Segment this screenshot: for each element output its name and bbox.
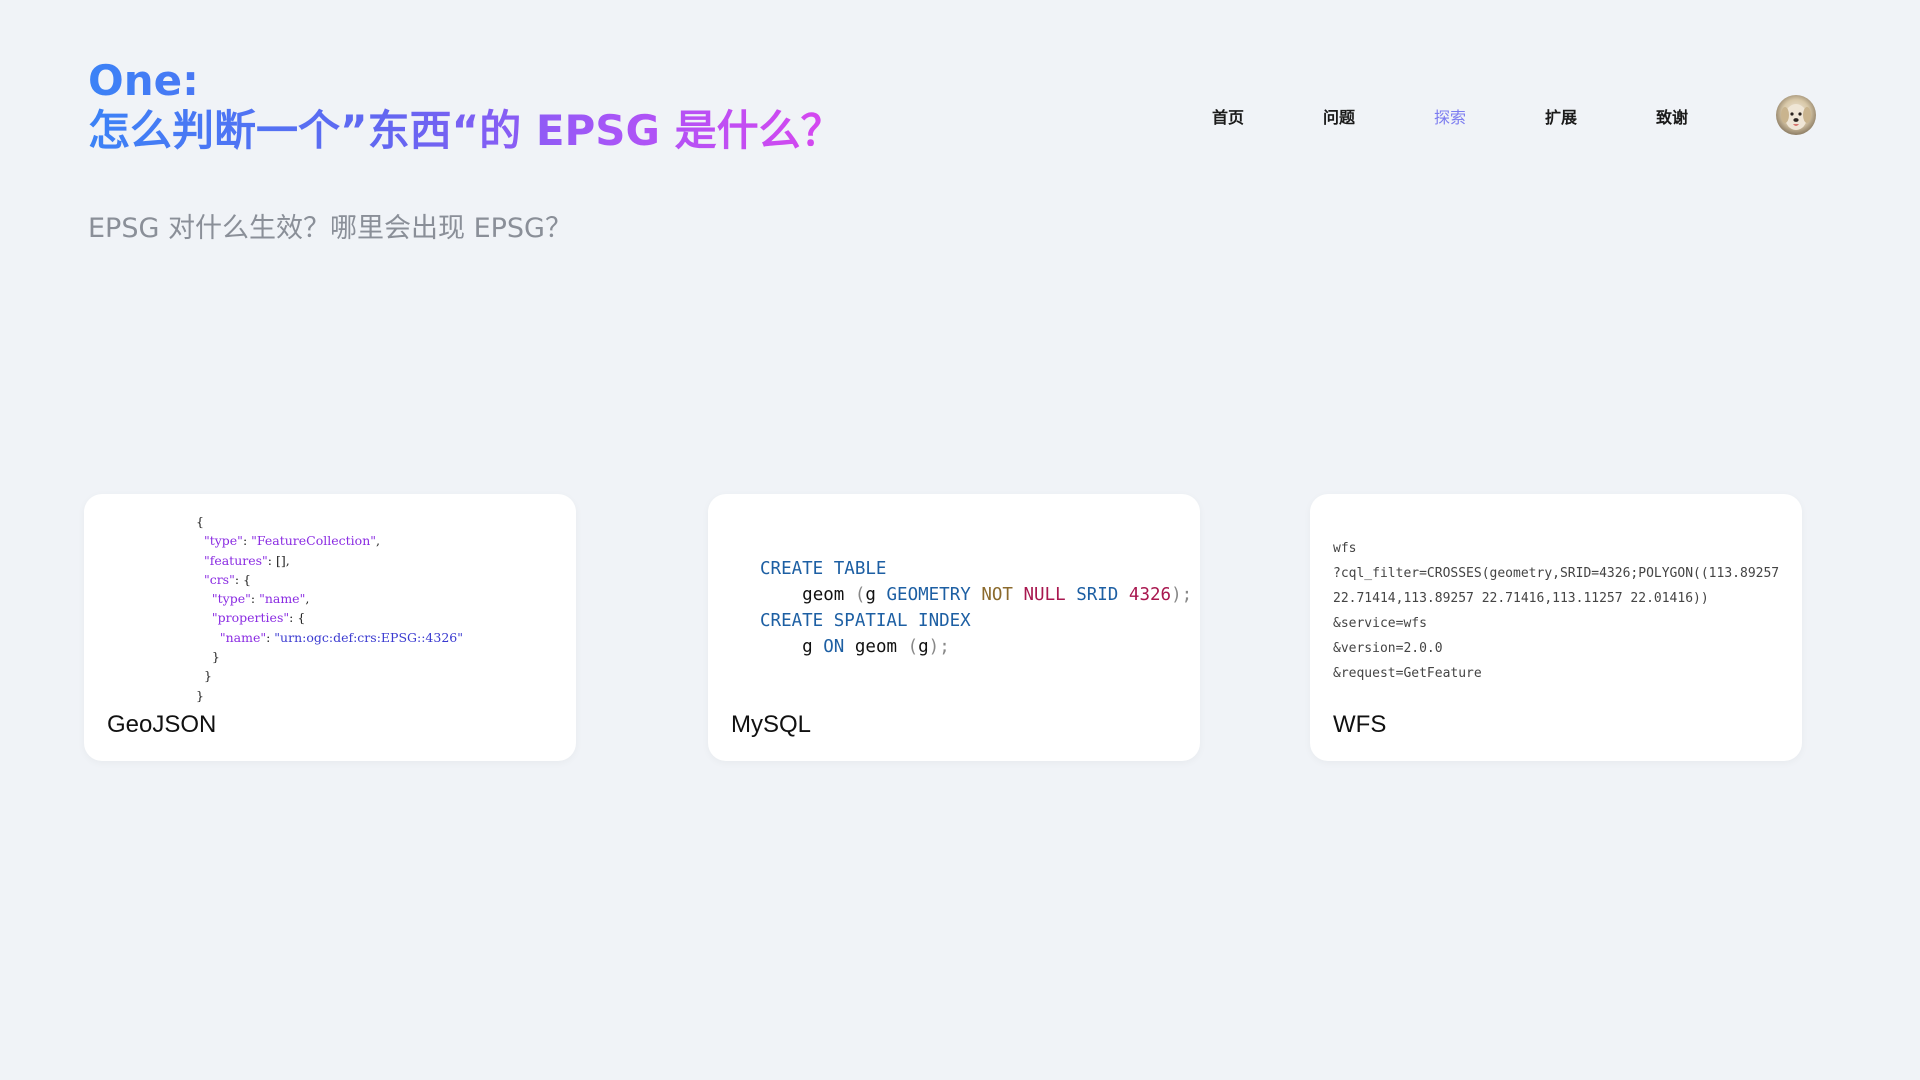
- page-subtitle: EPSG 对什么生效？哪里会出现 EPSG？: [88, 213, 572, 244]
- code-token: NOT: [981, 585, 1013, 605]
- nav-item-home[interactable]: 首页: [1212, 104, 1323, 128]
- code-token: geom: [802, 585, 845, 605]
- code-token: "features": [203, 552, 268, 568]
- dog-avatar-icon: [1781, 104, 1811, 130]
- code-token: GEOMETRY: [886, 585, 971, 605]
- code-token: "type": [211, 591, 251, 607]
- code-line: wfs: [1333, 541, 1357, 556]
- code-token: CREATE SPATIAL INDEX: [760, 611, 971, 631]
- avatar[interactable]: [1776, 95, 1816, 135]
- code-line: &request=GetFeature: [1333, 666, 1482, 681]
- code-token: g: [865, 585, 876, 605]
- code-token: }: [203, 668, 212, 684]
- card-label: MySQL: [731, 711, 812, 738]
- nav-item-questions[interactable]: 问题: [1323, 104, 1434, 128]
- nav-item-extend[interactable]: 扩展: [1545, 104, 1656, 128]
- mysql-code: CREATE TABLE geom (g GEOMETRY NOT NULL S…: [760, 556, 1192, 660]
- code-token: "FeatureCollection": [251, 533, 376, 549]
- code-token: {: [243, 571, 251, 587]
- wfs-code: wfs ?cql_filter=CROSSES(geometry,SRID=43…: [1333, 536, 1779, 686]
- code-line: 22.71414,113.89257 22.71416,113.11257 22…: [1333, 591, 1709, 606]
- code-token: SRID: [1076, 585, 1119, 605]
- code-token: "urn:ogc:def:crs:EPSG::4326": [274, 629, 463, 645]
- code-token: (: [854, 585, 866, 605]
- geojson-card[interactable]: { "type": "FeatureCollection", "features…: [84, 494, 576, 761]
- top-nav: 首页 问题 探索 扩展 致谢: [1212, 104, 1767, 128]
- code-line: &version=2.0.0: [1333, 641, 1443, 656]
- title-line-1: One:: [88, 56, 199, 105]
- code-token: "type": [203, 533, 243, 549]
- code-line: ?cql_filter=CROSSES(geometry,SRID=4326;P…: [1333, 566, 1780, 581]
- mysql-card[interactable]: CREATE TABLE geom (g GEOMETRY NOT NULL S…: [708, 494, 1200, 761]
- code-token: "name": [259, 591, 306, 607]
- slide: One: 怎么判断一个”东西“的 EPSG 是什么？ EPSG 对什么生效？哪里…: [0, 0, 1920, 1080]
- card-label: GeoJSON: [107, 711, 217, 738]
- code-token: }: [211, 649, 220, 665]
- code-token: "properties": [211, 610, 290, 626]
- code-token: geom: [854, 637, 898, 657]
- code-token: g: [918, 637, 929, 657]
- wfs-card[interactable]: wfs ?cql_filter=CROSSES(geometry,SRID=43…: [1310, 494, 1802, 761]
- card-label: WFS: [1333, 711, 1387, 738]
- code-token: 4326: [1128, 585, 1172, 605]
- code-token: {: [196, 514, 204, 529]
- code-token: }: [196, 687, 204, 703]
- code-token: );: [1171, 585, 1193, 605]
- code-token: g: [802, 637, 813, 657]
- title-line-2: 怎么判断一个”东西“的 EPSG 是什么？: [88, 106, 843, 156]
- code-token: {: [297, 610, 306, 626]
- page-title: One: 怎么判断一个”东西“的 EPSG 是什么？: [88, 56, 843, 157]
- code-token: [],: [275, 552, 290, 568]
- nav-item-explore[interactable]: 探索: [1434, 104, 1545, 128]
- nav-item-thanks[interactable]: 致谢: [1656, 104, 1767, 128]
- geojson-code: { "type": "FeatureCollection", "features…: [196, 514, 463, 703]
- code-token: "name": [219, 629, 267, 645]
- code-line: &service=wfs: [1333, 616, 1427, 631]
- code-token: "crs": [203, 571, 235, 587]
- code-token: CREATE TABLE: [760, 559, 887, 579]
- code-token: (: [907, 637, 919, 657]
- code-token: );: [928, 637, 950, 657]
- code-token: ON: [823, 637, 845, 657]
- code-token: NULL: [1023, 585, 1066, 605]
